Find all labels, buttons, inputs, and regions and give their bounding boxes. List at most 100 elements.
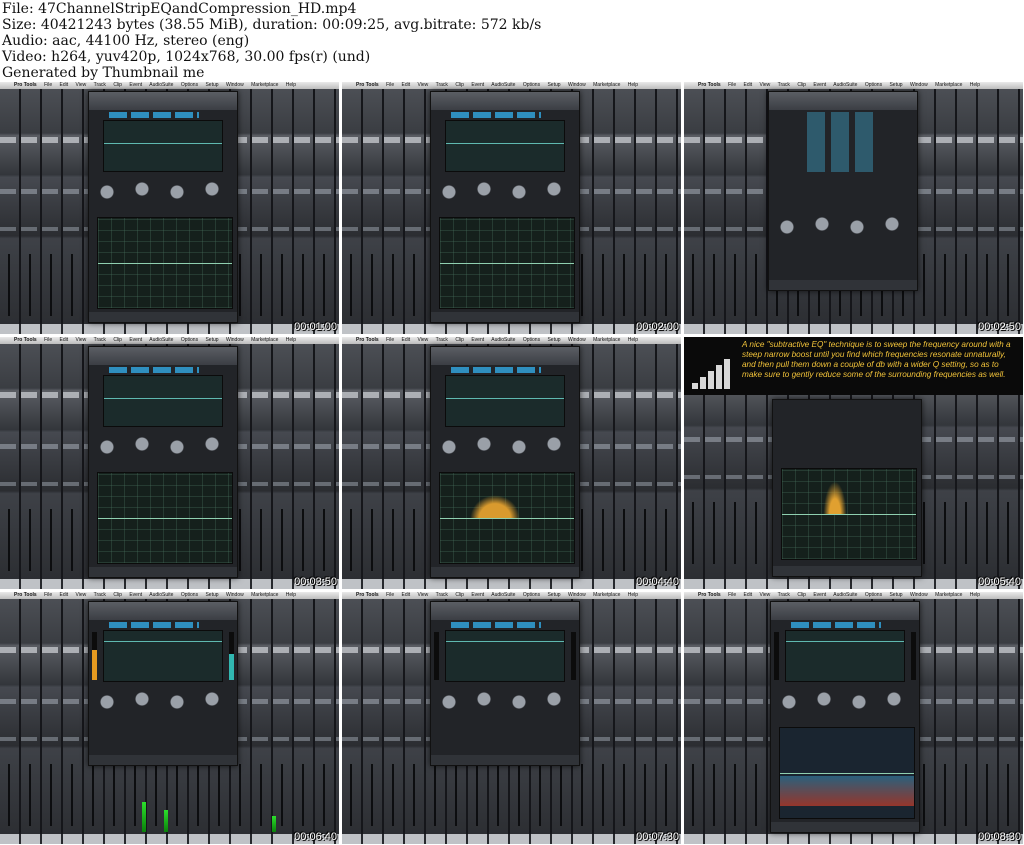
menu-item[interactable]: Marketplace <box>935 592 962 598</box>
plugin-knobs[interactable] <box>779 687 913 717</box>
menu-item[interactable]: Edit <box>744 82 753 88</box>
menu-item[interactable]: Edit <box>60 82 69 88</box>
menu-item[interactable]: Options <box>865 592 882 598</box>
menu-item[interactable]: Edit <box>402 82 411 88</box>
plugin-tabs[interactable] <box>109 112 199 118</box>
plugin-knobs[interactable] <box>97 177 231 207</box>
plugin-knobs[interactable] <box>439 687 573 717</box>
menu-item[interactable]: File <box>386 82 394 88</box>
menu-item[interactable]: Clip <box>113 592 122 598</box>
menu-item[interactable]: File <box>386 337 394 343</box>
plugin-header[interactable] <box>771 602 919 620</box>
menu-item[interactable]: Track <box>778 82 790 88</box>
thumbnail-tile[interactable]: Pro Tools File Edit View Track Clip Even… <box>342 337 681 589</box>
plugin-tabs[interactable] <box>451 367 541 373</box>
plugin-knobs[interactable] <box>439 432 573 462</box>
channel-faders[interactable] <box>342 764 681 826</box>
plugin-knobs[interactable] <box>439 177 573 207</box>
menu-item[interactable]: View <box>418 82 429 88</box>
plugin-tabs[interactable] <box>109 367 199 373</box>
menu-item[interactable]: Options <box>181 82 198 88</box>
menu-item[interactable]: Window <box>226 592 244 598</box>
menu-item[interactable]: Clip <box>797 82 806 88</box>
menu-item[interactable]: View <box>76 337 87 343</box>
plugin-header[interactable] <box>431 92 579 110</box>
plugin-knobs[interactable] <box>97 432 231 462</box>
plugin-tabs[interactable] <box>109 622 199 628</box>
plugin-header[interactable] <box>89 602 237 620</box>
plugin-header[interactable] <box>769 92 917 110</box>
menu-item[interactable]: Clip <box>455 337 464 343</box>
menu-item[interactable]: View <box>418 337 429 343</box>
menu-item[interactable]: Help <box>628 337 638 343</box>
menu-item[interactable]: Clip <box>455 82 464 88</box>
channel-strip-plugin[interactable] <box>772 399 922 577</box>
menu-item[interactable]: AudioSuite <box>491 337 515 343</box>
channel-strip-plugin[interactable] <box>88 346 238 578</box>
menu-item[interactable]: View <box>418 592 429 598</box>
menu-item[interactable]: Help <box>286 337 296 343</box>
plugin-header[interactable] <box>89 92 237 110</box>
menu-item[interactable]: Edit <box>402 592 411 598</box>
thumbnail-tile[interactable]: A nice "subtractive EQ" technique is to … <box>684 337 1023 589</box>
menu-item[interactable]: Event <box>471 337 484 343</box>
menu-item[interactable]: Marketplace <box>593 592 620 598</box>
menu-item[interactable]: File <box>44 82 52 88</box>
menu-item[interactable]: AudioSuite <box>833 592 857 598</box>
menu-item[interactable]: Help <box>970 592 980 598</box>
thumbnail-tile[interactable]: Pro Tools File Edit View Track Clip Even… <box>684 82 1023 334</box>
menu-item[interactable]: Clip <box>797 592 806 598</box>
menu-item[interactable]: View <box>76 592 87 598</box>
app-menu[interactable]: Pro Tools <box>356 592 379 598</box>
menu-item[interactable]: Track <box>436 82 448 88</box>
thumbnail-tile[interactable]: Pro Tools File Edit View Track Clip Even… <box>0 337 339 589</box>
plugin-header[interactable] <box>431 347 579 365</box>
menu-item[interactable]: Event <box>471 592 484 598</box>
menu-item[interactable]: Window <box>568 592 586 598</box>
menu-item[interactable]: Marketplace <box>593 337 620 343</box>
menu-item[interactable]: Clip <box>113 337 122 343</box>
plugin-tabs[interactable] <box>451 622 541 628</box>
menu-item[interactable]: Options <box>523 337 540 343</box>
menu-item[interactable]: AudioSuite <box>491 82 515 88</box>
menu-item[interactable]: Window <box>568 337 586 343</box>
plugin-selector-window[interactable] <box>768 91 918 291</box>
menu-item[interactable]: Options <box>523 82 540 88</box>
menu-item[interactable]: Clip <box>455 592 464 598</box>
channel-strip-plugin[interactable] <box>430 601 580 766</box>
menu-item[interactable]: File <box>386 592 394 598</box>
menu-item[interactable]: Event <box>129 337 142 343</box>
thumbnail-tile[interactable]: Pro Tools File Edit View Track Clip Even… <box>0 592 339 844</box>
menu-item[interactable]: Edit <box>60 592 69 598</box>
menu-item[interactable]: Marketplace <box>251 337 278 343</box>
menu-item[interactable]: Setup <box>889 82 902 88</box>
menu-item[interactable]: Event <box>471 82 484 88</box>
plugin-header[interactable] <box>89 347 237 365</box>
menu-item[interactable]: Track <box>94 82 106 88</box>
app-menu[interactable]: Pro Tools <box>14 337 37 343</box>
menu-item[interactable]: Help <box>286 82 296 88</box>
channel-strip-plugin[interactable] <box>88 91 238 323</box>
menu-item[interactable]: File <box>728 82 736 88</box>
channel-faders[interactable] <box>0 764 339 826</box>
channel-strip-plugin[interactable] <box>430 346 580 578</box>
menu-item[interactable]: Window <box>910 592 928 598</box>
menu-item[interactable]: Help <box>970 82 980 88</box>
menu-item[interactable]: Window <box>226 82 244 88</box>
menu-item[interactable]: File <box>728 592 736 598</box>
menu-item[interactable]: Window <box>568 82 586 88</box>
menu-item[interactable]: Clip <box>113 82 122 88</box>
menu-item[interactable]: Help <box>628 82 638 88</box>
app-menu[interactable]: Pro Tools <box>14 82 37 88</box>
menu-item[interactable]: Setup <box>205 337 218 343</box>
thumbnail-tile[interactable]: Pro Tools File Edit View Track Clip Even… <box>684 592 1023 844</box>
menu-item[interactable]: Options <box>181 592 198 598</box>
menu-item[interactable]: Window <box>226 337 244 343</box>
menu-item[interactable]: Event <box>813 592 826 598</box>
menu-item[interactable]: Options <box>523 592 540 598</box>
menu-item[interactable]: Marketplace <box>935 82 962 88</box>
menu-item[interactable]: Event <box>813 82 826 88</box>
plugin-selector-grid[interactable] <box>805 112 875 172</box>
menu-item[interactable]: Edit <box>744 592 753 598</box>
menu-item[interactable]: Setup <box>205 82 218 88</box>
